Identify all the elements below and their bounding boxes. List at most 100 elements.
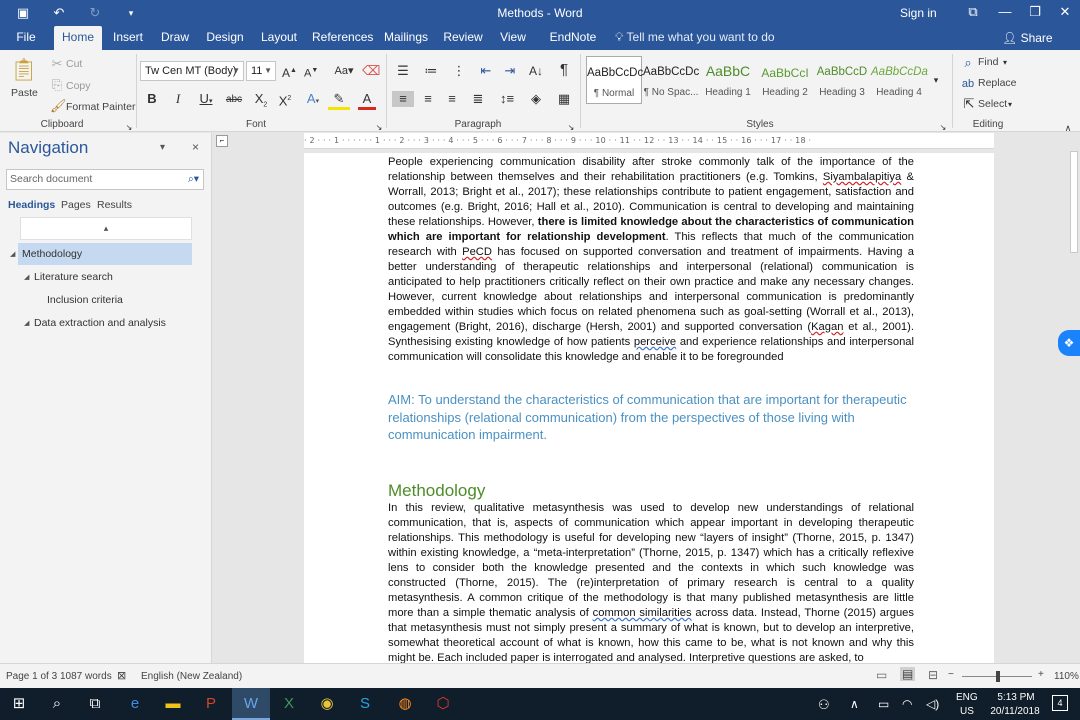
grammar-flagged-word[interactable]: common similarities <box>593 607 692 619</box>
show-hidden-icons[interactable]: ∧ <box>850 697 859 711</box>
zoom-out-icon[interactable]: − <box>948 669 954 680</box>
nav-heading-methodology[interactable]: Methodology <box>18 243 192 265</box>
bullets-icon[interactable]: ☰ <box>392 63 414 79</box>
font-color-icon[interactable]: A <box>358 91 376 110</box>
misspelled-word[interactable]: Kagan <box>811 321 843 333</box>
language[interactable]: English (New Zealand) <box>141 671 242 682</box>
align-center-icon[interactable]: ≡ <box>418 91 438 107</box>
tab-mailings[interactable]: Mailings <box>382 26 430 50</box>
font-size-combo[interactable]: 11 ▼ <box>246 61 276 81</box>
expand-triangle-icon[interactable]: ◢ <box>24 273 29 281</box>
cut-button[interactable]: Cut <box>66 58 82 70</box>
proofing-icon[interactable]: ⊠ <box>117 669 126 682</box>
page-count[interactable]: Page 1 of 3 <box>6 671 57 682</box>
borders-icon[interactable]: ▦ <box>554 91 574 107</box>
select-button[interactable]: Select <box>978 98 1007 110</box>
underline-icon[interactable]: U▾ <box>196 91 216 110</box>
action-center-icon[interactable]: 4 <box>1052 695 1068 711</box>
misspelled-word[interactable]: PeCD <box>462 246 492 258</box>
tab-home[interactable]: Home <box>54 26 102 50</box>
windows-start-icon[interactable]: ⊞ <box>0 688 38 720</box>
tab-references[interactable]: References <box>312 26 373 50</box>
sign-in-link[interactable]: Sign in <box>900 6 937 20</box>
shading-icon[interactable]: ◈ <box>526 91 546 107</box>
paragraph-intro[interactable]: People experiencing communication disabi… <box>388 155 914 365</box>
align-left-icon[interactable]: ≡ <box>392 91 414 107</box>
tab-headings[interactable]: Headings <box>8 199 55 211</box>
nav-heading-literature-search[interactable]: Literature search <box>34 266 113 288</box>
justify-icon[interactable]: ≣ <box>468 91 488 107</box>
grammar-flagged-word[interactable]: perceive <box>634 336 676 348</box>
restore-button[interactable]: ❐ <box>1020 0 1050 26</box>
heading-methodology[interactable]: Methodology <box>388 481 485 501</box>
decrease-indent-icon[interactable]: ⇤ <box>478 63 494 79</box>
vertical-scrollbar[interactable] <box>1068 133 1080 663</box>
tab-review[interactable]: Review <box>442 26 484 50</box>
nav-heading-inclusion-criteria[interactable]: Inclusion criteria <box>47 289 123 311</box>
style-heading-4[interactable]: AaBbCcDa Heading 4 <box>871 56 928 104</box>
style-normal[interactable]: AaBbCcDc ¶ Normal <box>586 56 643 104</box>
align-right-icon[interactable]: ≡ <box>442 91 462 107</box>
tab-endnote[interactable]: EndNote X8 <box>542 26 604 66</box>
font-name-combo[interactable]: Tw Cen MT (Body) ▼ <box>140 61 244 81</box>
firefox-icon[interactable]: ◍ <box>386 688 424 720</box>
style-heading-3[interactable]: AaBbCcD Heading 3 <box>814 56 870 104</box>
tab-design[interactable]: Design <box>204 26 246 50</box>
search-input[interactable]: Search document ⌕▾ <box>6 169 204 190</box>
pane-options-icon[interactable]: ▾ <box>160 142 165 153</box>
input-language[interactable]: ENG <box>956 692 978 703</box>
acrobat-icon[interactable]: ⬡ <box>424 688 462 720</box>
powerpoint-icon[interactable]: P <box>192 688 230 720</box>
grow-font-icon[interactable]: A▲ <box>282 63 297 81</box>
numbering-icon[interactable]: ≔ <box>420 63 442 79</box>
paste-icon[interactable]: 📋︎ <box>10 56 38 84</box>
tell-me-box[interactable]: 💡︎ Tell me what you want to do <box>615 30 775 45</box>
file-explorer-icon[interactable]: ▬ <box>154 688 192 720</box>
clear-formatting-icon[interactable]: ⌫ <box>362 63 380 79</box>
chevron-down-icon[interactable]: ▾ <box>1000 55 1010 71</box>
network-icon[interactable]: ▭ <box>878 697 889 711</box>
line-spacing-icon[interactable]: ↕≡ <box>496 91 518 107</box>
nav-heading-data-extraction[interactable]: Data extraction and analysis <box>34 312 166 334</box>
horizontal-ruler[interactable]: · 2 · · · 1 · · · · · · 1 · · · 2 · · · … <box>304 133 994 149</box>
heading-placeholder-row[interactable]: ▴ <box>20 217 192 240</box>
replace-button[interactable]: Replace <box>978 77 1017 89</box>
style-heading-2[interactable]: AaBbCcI Heading 2 <box>757 56 813 104</box>
subscript-icon[interactable]: X2 <box>252 91 270 114</box>
show-formatting-marks-icon[interactable]: ¶ <box>556 62 572 78</box>
input-region[interactable]: US <box>960 706 974 717</box>
zoom-slider-handle[interactable] <box>996 671 1000 682</box>
zoom-level[interactable]: 110% <box>1054 671 1079 682</box>
paste-button[interactable]: Paste <box>11 87 38 99</box>
print-layout-icon[interactable]: ▤ <box>900 667 916 681</box>
task-view-icon[interactable]: ⧉ <box>76 688 114 720</box>
search-icon[interactable]: ⌕▾ <box>188 170 199 189</box>
share-button[interactable]: 👤︎ Share <box>1002 31 1053 45</box>
people-icon[interactable]: ⚇ <box>818 697 830 713</box>
multilevel-list-icon[interactable]: ⋮ <box>448 63 470 79</box>
style-no-spacing[interactable]: AaBbCcDc ¶ No Spac... <box>643 56 699 104</box>
paragraph-methodology[interactable]: In this review, qualitative metasynthesi… <box>388 501 914 663</box>
expand-triangle-icon[interactable]: ◢ <box>10 250 15 258</box>
edge-browser-icon[interactable]: e <box>116 688 154 720</box>
tab-layout[interactable]: Layout <box>258 26 300 50</box>
misspelled-word[interactable]: Siyambalapitiya <box>823 171 901 183</box>
change-case-icon[interactable]: Aa▾ <box>334 63 354 79</box>
scrollbar-thumb[interactable] <box>1070 151 1078 253</box>
increase-indent-icon[interactable]: ⇥ <box>502 63 518 79</box>
tab-draw[interactable]: Draw <box>156 26 194 50</box>
style-heading-1[interactable]: AaBbC Heading 1 <box>700 56 756 104</box>
tab-file[interactable]: File <box>8 26 44 50</box>
search-icon[interactable]: ⌕ <box>38 688 76 720</box>
superscript-icon[interactable]: X2 <box>276 91 294 109</box>
tab-pages[interactable]: Pages <box>61 199 91 211</box>
italic-icon[interactable]: I <box>172 91 184 107</box>
shrink-font-icon[interactable]: A▼ <box>304 63 318 82</box>
word-count[interactable]: 1087 words <box>60 671 112 682</box>
read-mode-icon[interactable]: ▭ <box>876 668 887 682</box>
bold-icon[interactable]: B <box>146 91 158 107</box>
clock-date[interactable]: 20/11/2018 <box>986 706 1044 717</box>
document-page[interactable]: People experiencing communication disabi… <box>304 153 994 663</box>
aim-statement[interactable]: AIM: To understand the characteristics o… <box>388 391 914 444</box>
excel-icon[interactable]: X <box>270 688 308 720</box>
